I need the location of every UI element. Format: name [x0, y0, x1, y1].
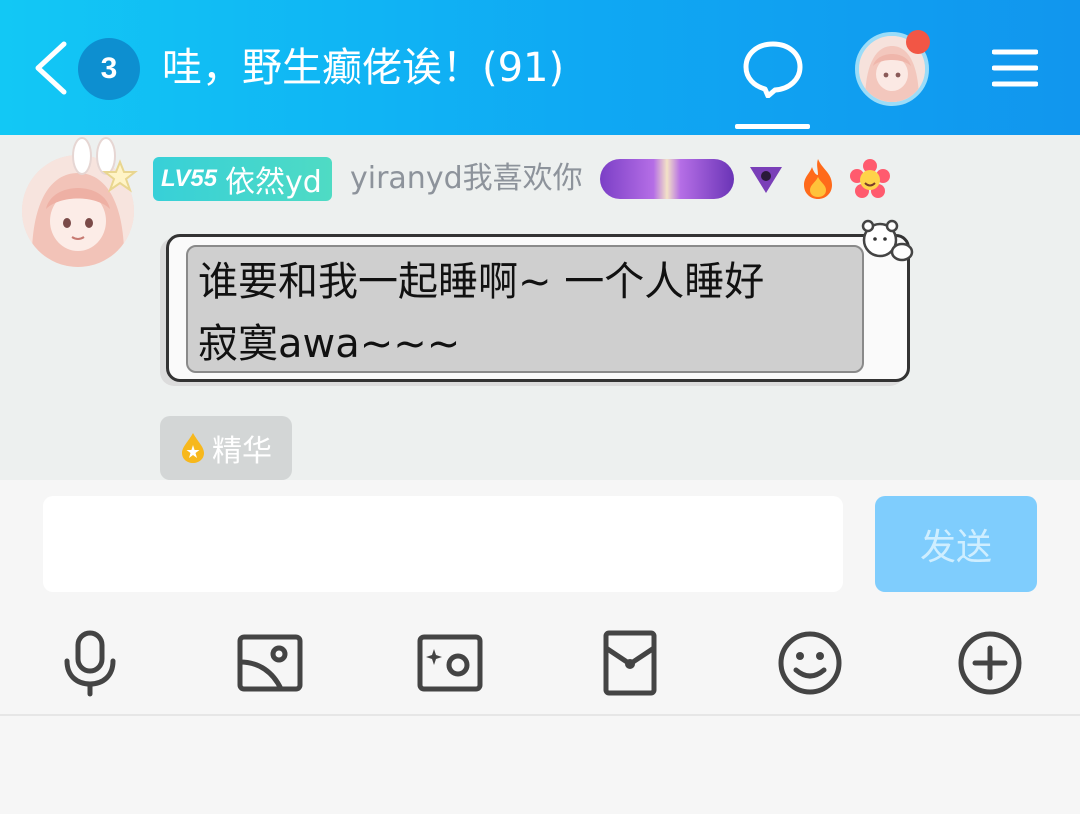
- active-tab-indicator: [735, 124, 810, 129]
- image-icon[interactable]: [235, 628, 305, 698]
- triangle-badge-icon: [750, 167, 782, 193]
- menu-icon[interactable]: [992, 48, 1038, 88]
- notification-dot: [906, 30, 930, 54]
- top-bar: 3 哇，野生癫佬诶！(91): [0, 0, 1080, 135]
- sender-nickname[interactable]: 依然yd: [225, 157, 322, 201]
- microphone-icon[interactable]: [55, 628, 125, 698]
- message-input[interactable]: [43, 496, 843, 592]
- toolbar-divider: [0, 714, 1080, 716]
- camera-icon[interactable]: [415, 628, 485, 698]
- message-text-line2: 寂寞awa~~~: [198, 321, 461, 367]
- send-button[interactable]: 发送: [875, 496, 1037, 592]
- flower-emoji-icon: [850, 159, 890, 198]
- chat-title: 哇，野生癫佬诶！(91): [162, 45, 565, 91]
- bunny-ears-star-icon: [72, 137, 138, 193]
- member-title: yiranyd我喜欢你: [350, 161, 583, 196]
- message-bubble[interactable]: 谁要和我一起睡啊~ 一个人睡好 寂寞awa~~~: [186, 245, 864, 373]
- essence-tag[interactable]: 精华: [160, 416, 292, 480]
- fire-icon: [804, 159, 832, 199]
- unread-count-badge[interactable]: 3: [78, 38, 140, 100]
- back-chevron-icon[interactable]: [30, 40, 74, 96]
- level-label: LV55: [161, 165, 218, 192]
- essence-drop-icon: [182, 433, 204, 463]
- plus-icon[interactable]: [955, 628, 1025, 698]
- chat-bubble-icon[interactable]: [742, 40, 804, 98]
- message-text-line1: 谁要和我一起睡啊~ 一个人睡好: [198, 259, 765, 305]
- red-packet-icon[interactable]: [595, 628, 665, 698]
- level-badge: LV55 依然yd: [153, 157, 332, 201]
- emoji-icon[interactable]: [775, 628, 845, 698]
- honor-badges: [600, 156, 890, 202]
- bear-sticker-icon: [861, 219, 914, 262]
- essence-label: 精华: [212, 434, 272, 469]
- galaxy-badge-icon: [600, 159, 734, 199]
